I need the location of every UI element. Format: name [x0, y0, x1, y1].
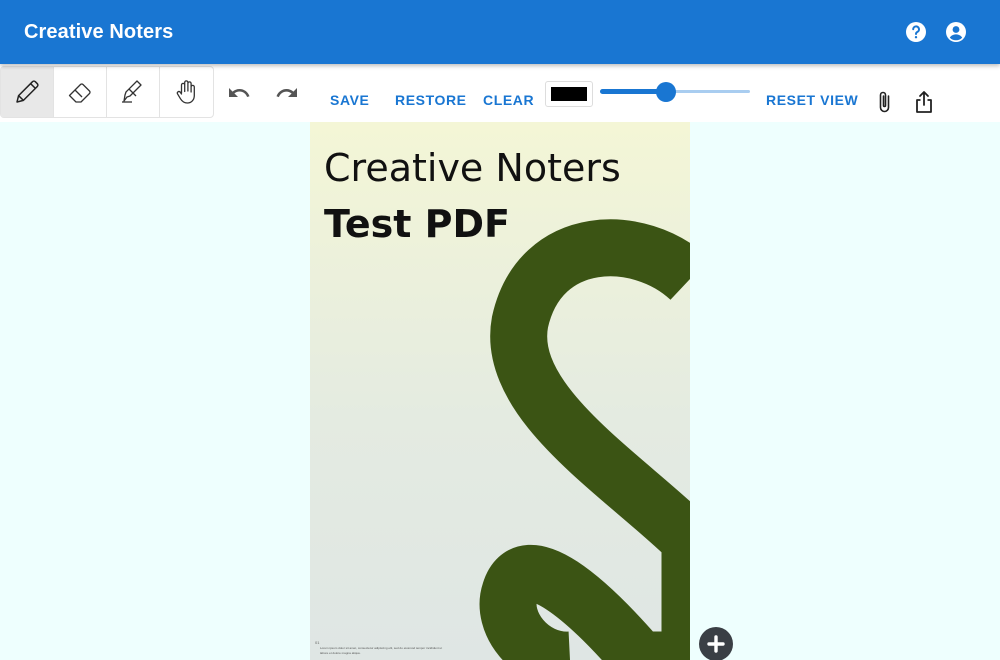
save-button[interactable]: SAVE [330, 92, 370, 108]
share-icon [916, 91, 932, 113]
drawing-toolbar: SAVE RESTORE CLEAR RESET VIEW [0, 64, 1000, 122]
stroke-size-slider[interactable] [600, 81, 750, 102]
page-footer-text: Lorem ipsum dolor sit amet, consectetur … [320, 646, 443, 655]
highlighter-tool-button[interactable] [107, 67, 160, 117]
page-number: 01 [315, 640, 320, 645]
add-page-button[interactable] [699, 627, 733, 660]
slider-thumb[interactable] [656, 82, 676, 102]
app-bar-actions [904, 20, 968, 44]
restore-button[interactable]: RESTORE [395, 92, 467, 108]
pan-tool-button[interactable] [160, 67, 213, 117]
tool-group [0, 66, 214, 118]
redo-button[interactable] [274, 80, 300, 106]
document-title: Creative Noters [324, 146, 621, 190]
reset-view-button[interactable]: RESET VIEW [766, 92, 858, 108]
app-bar: Creative Noters [0, 0, 1000, 64]
stroke-color-picker[interactable] [545, 81, 593, 107]
pdf-page[interactable]: Creative Noters Test PDF 01 Lorem ipsum … [310, 122, 690, 660]
app-title: Creative Noters [24, 20, 174, 43]
account-circle-icon [946, 22, 966, 42]
stroke-color-swatch [551, 87, 587, 101]
document-subtitle: Test PDF [324, 202, 511, 246]
help-button[interactable] [904, 20, 928, 44]
account-button[interactable] [944, 20, 968, 44]
pencil-icon [16, 80, 39, 103]
eraser-tool-button[interactable] [54, 67, 107, 117]
plus-circle-icon [707, 635, 725, 653]
pencil-tool-button[interactable] [1, 67, 54, 117]
highlighter-icon [122, 80, 142, 103]
undo-button[interactable] [226, 80, 252, 106]
paperclip-icon [879, 91, 890, 113]
attach-button[interactable] [871, 89, 897, 115]
clear-button[interactable]: CLEAR [483, 92, 534, 108]
redo-icon [276, 88, 297, 98]
hand-icon [176, 80, 195, 104]
help-circle-icon [906, 22, 926, 42]
undo-icon [229, 88, 250, 97]
share-button[interactable] [911, 89, 937, 115]
eraser-icon [68, 83, 91, 103]
